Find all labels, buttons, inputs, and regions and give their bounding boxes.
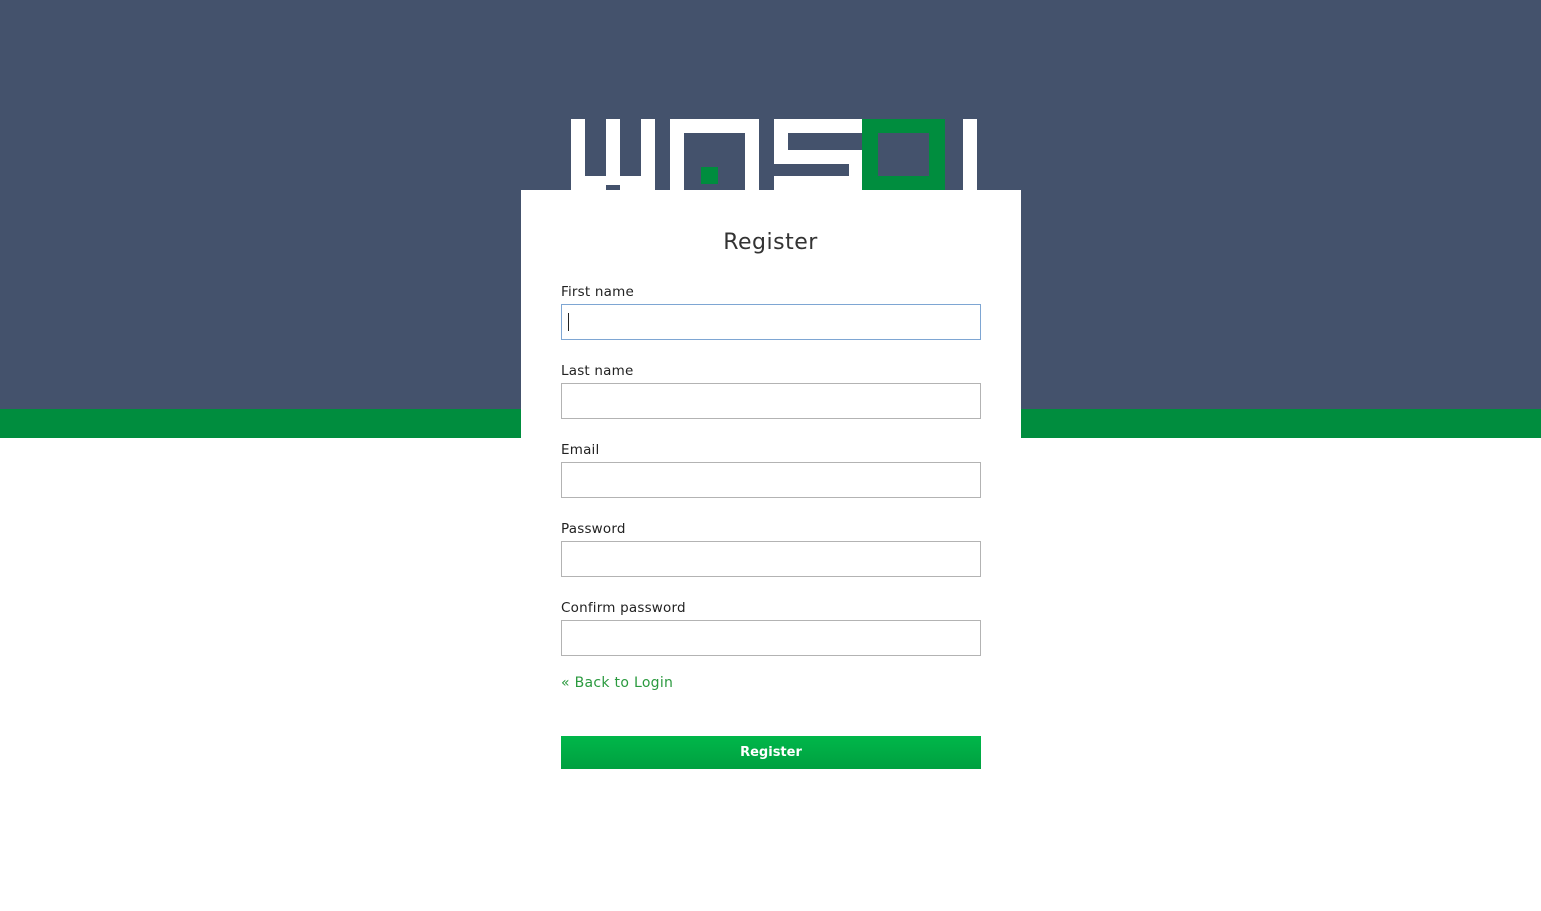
- first-name-label: First name: [561, 284, 634, 300]
- last-name-label: Last name: [561, 363, 634, 379]
- wasdi-logo: [571, 119, 977, 190]
- password-label: Password: [561, 521, 626, 537]
- register-button[interactable]: Register: [561, 736, 981, 769]
- page-title: Register: [723, 230, 818, 255]
- text-caret: [568, 313, 569, 331]
- email-input[interactable]: [561, 462, 981, 498]
- back-to-login-link[interactable]: « Back to Login: [561, 674, 673, 692]
- confirm-password-label: Confirm password: [561, 600, 686, 616]
- last-name-input[interactable]: [561, 383, 981, 419]
- password-input[interactable]: [561, 541, 981, 577]
- email-label: Email: [561, 442, 600, 458]
- confirm-password-input[interactable]: [561, 620, 981, 656]
- first-name-input[interactable]: [561, 304, 981, 340]
